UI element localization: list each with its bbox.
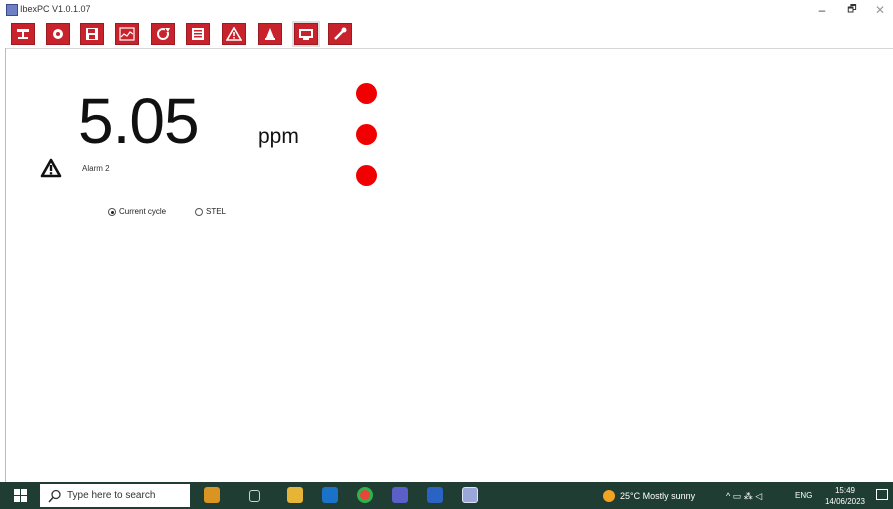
app-icon	[6, 4, 18, 16]
alarm-warning-icon	[40, 158, 62, 178]
system-tray-icons[interactable]: ^ ▭ ⁂ ◁	[726, 491, 762, 502]
indicator-light	[356, 165, 377, 186]
indicator-light	[356, 124, 377, 145]
network-button[interactable]	[11, 23, 35, 45]
outlook-icon[interactable]	[322, 487, 338, 503]
teams-icon[interactable]	[392, 487, 408, 503]
frame-border	[5, 48, 6, 482]
save-icon	[86, 28, 98, 40]
indicator-light	[356, 83, 377, 104]
notification-icon[interactable]	[876, 489, 888, 500]
weather-text[interactable]: 25°C Mostly sunny	[620, 491, 695, 501]
ibexpc-app-icon[interactable]	[462, 487, 478, 503]
window-title: IbexPC V1.0.1.07	[20, 4, 91, 14]
search-placeholder: Type here to search	[67, 490, 156, 501]
refresh-button[interactable]	[151, 23, 175, 45]
radio-stel[interactable]: STEL	[195, 207, 226, 216]
gear-icon	[53, 29, 63, 39]
radio-current-cycle[interactable]: Current cycle	[108, 207, 166, 216]
chrome-icon[interactable]	[357, 487, 373, 503]
briefcase-icon[interactable]	[204, 487, 220, 503]
search-icon	[48, 489, 61, 503]
alarms-button[interactable]	[222, 23, 246, 45]
tools-button[interactable]	[328, 23, 352, 45]
wrench-icon	[334, 27, 347, 40]
gas-reading-value: 5.05	[78, 85, 200, 157]
list-icon	[192, 28, 204, 40]
display-icon	[299, 29, 313, 40]
chart-icon	[119, 27, 135, 41]
title-bar: IbexPC V1.0.1.07 – 🗗 ✕	[0, 0, 893, 20]
list-button[interactable]	[186, 23, 210, 45]
taskbar-search[interactable]: Type here to search	[40, 484, 190, 507]
display-button[interactable]	[292, 21, 320, 47]
clock[interactable]: 15:49 14/06/2023	[822, 485, 868, 507]
close-button[interactable]: ✕	[866, 2, 893, 18]
refresh-icon	[157, 28, 170, 40]
radio-label: STEL	[206, 207, 227, 216]
radio-selected-icon	[108, 208, 116, 216]
settings-button[interactable]	[46, 23, 70, 45]
radio-unselected-icon	[195, 208, 203, 216]
maximize-button[interactable]: 🗗	[838, 2, 866, 18]
word-icon[interactable]	[427, 487, 443, 503]
start-button[interactable]	[14, 489, 28, 503]
chart-button[interactable]	[115, 23, 139, 45]
bell-icon	[265, 28, 275, 40]
alarm-label: Alarm 2	[82, 164, 110, 173]
clock-date: 14/06/2023	[824, 497, 866, 506]
taskbar: Type here to search 25°C Mostly sunny ^ …	[0, 482, 893, 509]
file-explorer-icon[interactable]	[287, 487, 303, 503]
minimize-button[interactable]: –	[808, 2, 836, 18]
toolbar	[5, 20, 893, 49]
weather-sun-icon[interactable]	[603, 490, 615, 502]
warning-icon	[226, 27, 242, 41]
radio-label: Current cycle	[119, 207, 167, 216]
unit-label: ppm	[258, 125, 299, 148]
alert-button[interactable]	[258, 23, 282, 45]
clock-time: 15:49	[834, 486, 856, 495]
task-view-icon[interactable]	[249, 490, 260, 502]
language-indicator[interactable]: ENG	[795, 491, 812, 500]
network-icon	[17, 29, 29, 39]
save-button[interactable]	[80, 23, 104, 45]
